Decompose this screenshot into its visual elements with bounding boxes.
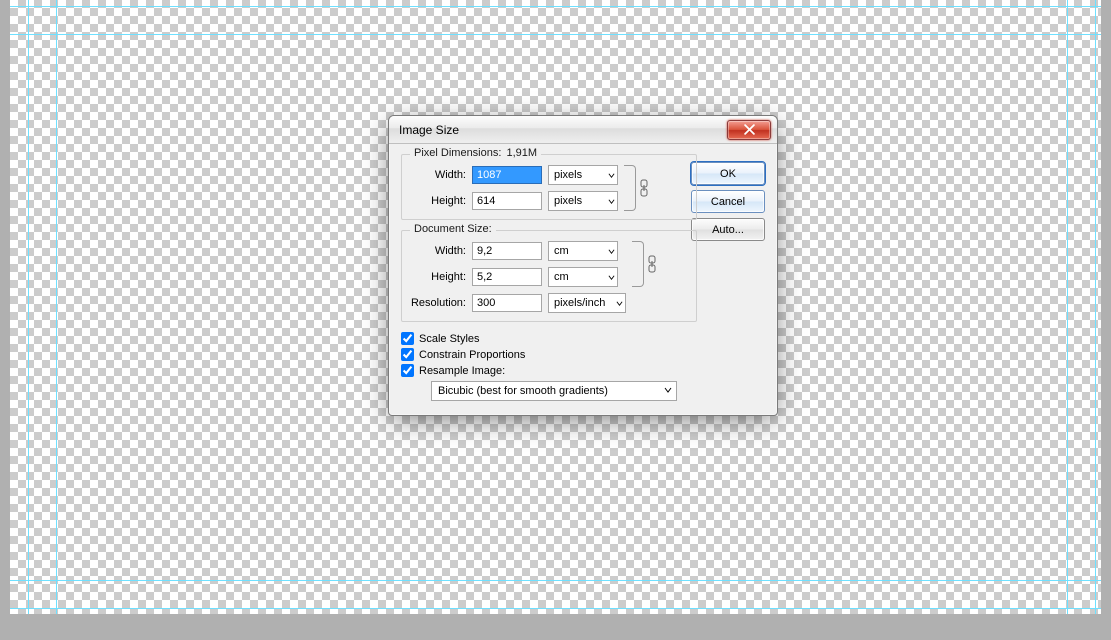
close-button[interactable] — [727, 120, 771, 140]
scale-styles-label: Scale Styles — [419, 333, 480, 345]
doc-height-unit-combo[interactable]: cm — [548, 267, 618, 287]
constrain-proportions-input[interactable] — [401, 348, 414, 361]
auto-button[interactable]: Auto... — [691, 218, 765, 241]
ok-button[interactable]: OK — [691, 162, 765, 185]
resolution-unit-combo[interactable]: pixels/inch — [548, 293, 626, 313]
px-height-unit: pixels — [554, 195, 582, 207]
auto-label: Auto... — [712, 224, 744, 236]
scale-styles-input[interactable] — [401, 332, 414, 345]
doc-width-unit: cm — [554, 245, 569, 257]
cancel-button[interactable]: Cancel — [691, 190, 765, 213]
resolution-label: Resolution: — [410, 297, 466, 309]
cancel-label: Cancel — [711, 196, 745, 208]
chevron-down-icon — [608, 248, 615, 255]
guide-horizontal[interactable] — [10, 34, 1101, 35]
doc-height-label: Height: — [410, 271, 466, 283]
close-icon — [744, 124, 755, 135]
guide-vertical[interactable] — [28, 0, 29, 614]
constrain-proportions-checkbox[interactable]: Constrain Proportions — [401, 348, 765, 361]
doc-width-input[interactable] — [472, 242, 542, 260]
doc-height-unit: cm — [554, 271, 569, 283]
guide-vertical[interactable] — [1067, 0, 1068, 614]
px-width-unit: pixels — [554, 169, 582, 181]
resolution-input[interactable] — [472, 294, 542, 312]
chevron-down-icon — [608, 172, 615, 179]
ok-label: OK — [720, 168, 736, 180]
link-bracket — [624, 165, 636, 211]
px-width-label: Width: — [410, 169, 466, 181]
chevron-down-icon — [616, 300, 623, 307]
px-height-unit-combo[interactable]: pixels — [548, 191, 618, 211]
pixel-dimensions-legend: Pixel Dimensions: 1,91M — [410, 147, 541, 159]
pixel-dimensions-group: Pixel Dimensions: 1,91M Width: pixels He… — [401, 154, 697, 220]
guide-vertical[interactable] — [1095, 0, 1096, 614]
resample-image-label: Resample Image: — [419, 365, 505, 377]
resample-image-input[interactable] — [401, 364, 414, 377]
resample-method-value: Bicubic (best for smooth gradients) — [438, 385, 608, 397]
px-width-input[interactable] — [472, 166, 542, 184]
doc-width-label: Width: — [410, 245, 466, 257]
px-height-input[interactable] — [472, 192, 542, 210]
guide-horizontal[interactable] — [10, 580, 1101, 581]
document-size-group: Document Size: Width: cm Height: — [401, 230, 697, 322]
chevron-down-icon — [608, 274, 615, 281]
guide-vertical[interactable] — [56, 0, 57, 614]
resample-method-combo[interactable]: Bicubic (best for smooth gradients) — [431, 381, 677, 401]
guide-horizontal[interactable] — [10, 6, 1101, 7]
doc-width-unit-combo[interactable]: cm — [548, 241, 618, 261]
dialog-title: Image Size — [399, 123, 459, 137]
constrain-proportions-label: Constrain Proportions — [419, 349, 525, 361]
image-size-dialog: Image Size OK Cancel Auto... Pixel Dimen… — [388, 115, 778, 416]
link-bracket — [632, 241, 644, 287]
px-height-label: Height: — [410, 195, 466, 207]
chain-link-icon[interactable] — [646, 254, 658, 274]
guide-horizontal[interactable] — [10, 608, 1101, 609]
chain-link-icon[interactable] — [638, 178, 650, 198]
doc-height-input[interactable] — [472, 268, 542, 286]
resample-image-checkbox[interactable]: Resample Image: — [401, 364, 765, 377]
scale-styles-checkbox[interactable]: Scale Styles — [401, 332, 765, 345]
px-width-unit-combo[interactable]: pixels — [548, 165, 618, 185]
document-size-legend: Document Size: — [410, 223, 496, 235]
chevron-down-icon — [664, 385, 672, 397]
resolution-unit: pixels/inch — [554, 297, 605, 309]
titlebar[interactable]: Image Size — [389, 116, 777, 144]
chevron-down-icon — [608, 198, 615, 205]
